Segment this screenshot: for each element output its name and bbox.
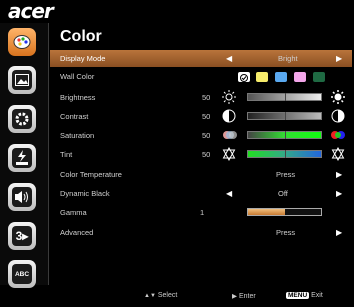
contrast-slider-marker[interactable] — [284, 112, 286, 120]
gamma-slider[interactable] — [247, 208, 322, 216]
gamma-slider-fill — [248, 209, 285, 215]
3d-tab-icon: 3 ▶ — [12, 226, 32, 246]
advanced-value: Press — [276, 228, 296, 237]
settings-tab[interactable] — [8, 105, 36, 133]
saturation-low-icon — [222, 128, 237, 142]
wall-color-swatch-green[interactable] — [313, 72, 325, 82]
color-temperature-value: Press — [276, 170, 296, 179]
footer-bar: ▲▼ Select ▶ Enter MENU Exit — [0, 285, 354, 307]
tint-slider-marker[interactable] — [284, 150, 286, 158]
power-tab[interactable] — [8, 144, 36, 172]
brightness-slider[interactable] — [247, 93, 322, 101]
display-mode-row[interactable]: Display Mode ◀ Bright ▶ — [50, 50, 352, 67]
language-tab-icon: ABC — [12, 264, 32, 284]
gamma-row[interactable]: Gamma 1 — [50, 204, 352, 221]
sun-dim-icon — [222, 90, 236, 104]
sun-bright-icon — [331, 90, 345, 104]
wall-color-swatch-blue[interactable] — [275, 72, 287, 82]
tint-slider[interactable] — [247, 150, 322, 158]
power-tab-icon — [12, 148, 32, 168]
brightness-value: 50 — [202, 93, 211, 102]
dynamic-black-right-arrow-icon[interactable]: ▶ — [336, 185, 342, 202]
wall-color-row[interactable]: Wall Color — [50, 68, 352, 85]
brightness-slider-marker[interactable] — [284, 93, 286, 101]
color-temperature-right-arrow-icon[interactable]: ▶ — [336, 166, 342, 183]
contrast-high-icon — [331, 109, 345, 123]
color-tab-icon — [12, 32, 32, 52]
contrast-label: Contrast — [60, 112, 89, 121]
display-mode-label: Display Mode — [60, 54, 106, 63]
color-tab[interactable] — [8, 28, 36, 56]
saturation-label: Saturation — [60, 131, 95, 140]
contrast-low-icon — [222, 109, 236, 123]
gamma-value: 1 — [200, 208, 205, 217]
tint-low-icon — [222, 146, 236, 162]
tint-value: 50 — [202, 150, 211, 159]
audio-tab[interactable] — [8, 183, 36, 211]
dynamic-black-left-arrow-icon[interactable]: ◀ — [226, 185, 232, 202]
advanced-label: Advanced — [60, 228, 94, 237]
up-down-arrow-icon: ▲▼ — [144, 293, 156, 299]
right-arrow-icon[interactable]: ▶ — [336, 50, 342, 67]
select-label: Select — [157, 292, 178, 299]
contrast-value: 50 — [202, 112, 211, 121]
dynamic-black-row[interactable]: Dynamic Black ◀ Off ▶ — [50, 185, 352, 202]
picture-tab[interactable] — [8, 66, 36, 94]
brightness-label: Brightness — [60, 93, 96, 102]
left-arrow-icon[interactable]: ◀ — [226, 50, 232, 67]
enter-hint: ▶ Enter — [232, 292, 256, 300]
display-mode-value: Bright — [278, 54, 298, 63]
sidebar-divider — [48, 23, 49, 285]
gamma-label: Gamma — [60, 208, 87, 217]
wall-color-swatch-pink[interactable] — [294, 72, 306, 82]
dynamic-black-value: Off — [278, 189, 288, 198]
saturation-value: 50 — [202, 131, 211, 140]
wall-color-swatch-white[interactable] — [238, 72, 250, 82]
sidebar: 3 ▶ ABC — [0, 23, 48, 288]
saturation-high-icon — [330, 128, 345, 142]
3d-tab[interactable]: 3 ▶ — [8, 222, 36, 250]
exit-hint: MENU Exit — [286, 292, 323, 299]
color-temperature-label: Color Temperature — [60, 170, 122, 179]
contrast-slider[interactable] — [247, 112, 322, 120]
advanced-right-arrow-icon[interactable]: ▶ — [336, 224, 342, 241]
exit-label: Exit — [311, 292, 323, 299]
enter-arrow-icon: ▶ — [232, 293, 237, 300]
saturation-slider[interactable] — [247, 131, 322, 139]
tint-label: Tint — [60, 150, 73, 159]
tint-row[interactable]: Tint 50 — [50, 146, 352, 163]
page-title: Color — [60, 28, 102, 45]
color-temperature-row[interactable]: Color Temperature Press ▶ — [50, 166, 352, 183]
language-tab-text: ABC — [14, 270, 30, 278]
audio-tab-icon — [12, 187, 32, 207]
dynamic-black-label: Dynamic Black — [60, 189, 110, 198]
contrast-row[interactable]: Contrast 50 — [50, 108, 352, 125]
tint-high-icon — [331, 146, 345, 162]
wall-color-label: Wall Color — [60, 72, 95, 81]
picture-tab-icon — [12, 70, 32, 90]
advanced-row[interactable]: Advanced Press ▶ — [50, 224, 352, 241]
menu-key-badge: MENU — [286, 292, 310, 299]
language-tab[interactable]: ABC — [8, 260, 36, 288]
select-hint: ▲▼ Select — [144, 292, 177, 299]
saturation-row[interactable]: Saturation 50 — [50, 127, 352, 144]
enter-label: Enter — [238, 293, 256, 300]
wall-color-swatch-yellow[interactable] — [256, 72, 268, 82]
settings-tab-icon — [12, 109, 32, 129]
saturation-slider-marker[interactable] — [284, 131, 286, 139]
acer-logo: acer — [8, 0, 54, 23]
brightness-row[interactable]: Brightness 50 — [50, 89, 352, 106]
